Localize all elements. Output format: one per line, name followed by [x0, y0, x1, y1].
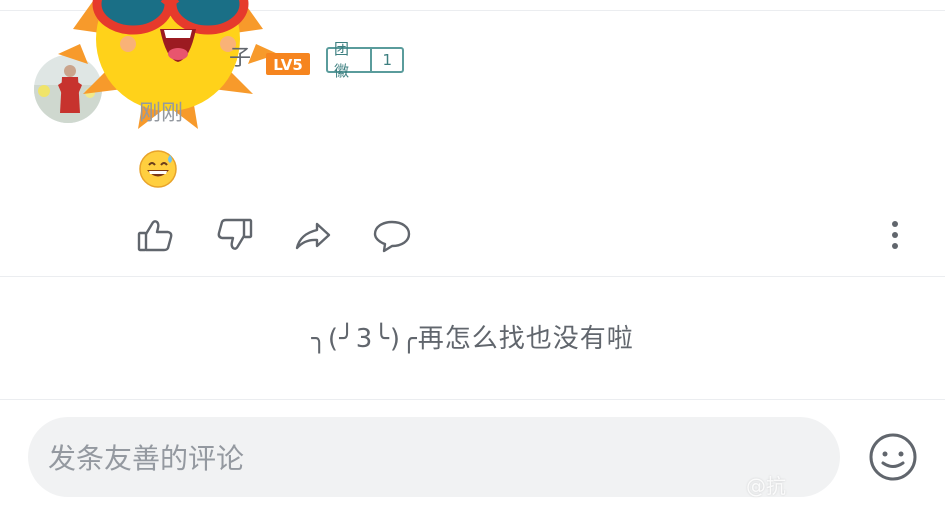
end-of-comments-message: ╮(╯3╰)╭再怎么找也没有啦 [311, 324, 634, 354]
grinning-sweat-emoji [139, 150, 177, 188]
comment-actions [0, 216, 945, 266]
comment-input-placeholder: 发条友善的评论 [48, 442, 245, 475]
share-icon[interactable] [293, 216, 333, 256]
svg-text:LV5: LV5 [273, 56, 303, 74]
medal-level: 1 [370, 49, 402, 71]
composer-divider [0, 399, 945, 400]
level-badge: LV5 [266, 53, 310, 75]
more-vertical-icon[interactable] [875, 216, 915, 256]
thumbs-up-icon[interactable] [136, 216, 176, 256]
username[interactable]: 子 [229, 45, 251, 73]
reply-bubble-icon[interactable] [372, 216, 412, 256]
thumbs-down-icon[interactable] [214, 216, 254, 256]
section-divider [0, 276, 945, 277]
emoji-picker-icon[interactable] [866, 430, 920, 484]
fan-medal-badge[interactable]: 团徽 1 [326, 40, 404, 80]
watermark: @抗 [746, 474, 786, 498]
timestamp: 刚刚 [139, 101, 184, 126]
comment-input[interactable]: 发条友善的评论 [28, 417, 840, 497]
comment-item: 子 LV5 团徽 1 刚刚 [0, 0, 945, 276]
medal-name: 团徽 [334, 40, 350, 80]
